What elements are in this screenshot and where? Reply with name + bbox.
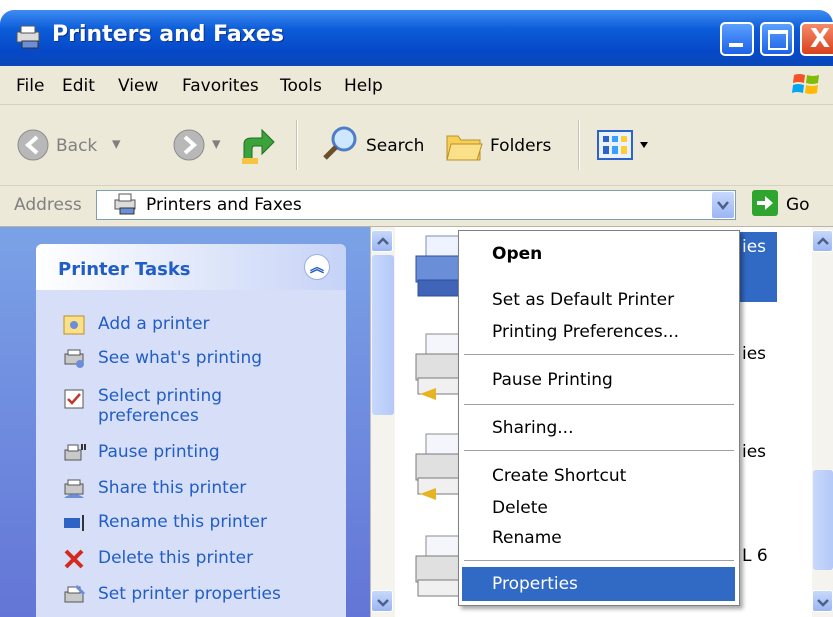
chevron-up-icon: ︽ [310, 260, 324, 276]
views-icon[interactable] [596, 128, 656, 162]
minimize-button[interactable] [720, 22, 754, 56]
search-icon[interactable] [320, 124, 360, 164]
forward-dropdown-icon[interactable]: ▾ [212, 134, 221, 154]
collapse-button[interactable]: ︽ [304, 254, 330, 280]
printer-label-fragment[interactable]: L 6 [742, 546, 768, 566]
menu-item-printing-preferences[interactable]: Printing Preferences... [492, 322, 679, 342]
printer-properties-icon [64, 584, 86, 603]
address-label: Address [14, 195, 82, 215]
up-folder-icon[interactable] [238, 124, 278, 166]
content-scroll-up-button[interactable] [812, 230, 833, 252]
printing-preferences-icon [64, 389, 84, 409]
printer-label-fragment[interactable]: ies [742, 344, 766, 364]
add-printer-icon [63, 315, 85, 335]
menu-help[interactable]: Help [344, 76, 383, 96]
task-delete-printer[interactable]: Delete this printer [98, 548, 253, 568]
back-arrow-icon[interactable] [16, 128, 50, 162]
task-select-preferences[interactable]: Select printing [98, 386, 222, 406]
menu-separator [464, 560, 734, 561]
printer-tasks-title: Printer Tasks [58, 259, 191, 280]
menu-item-sharing[interactable]: Sharing... [492, 418, 573, 438]
chevron-up-icon [817, 237, 829, 245]
go-button[interactable] [752, 190, 778, 216]
menu-tools[interactable]: Tools [280, 76, 322, 96]
printer-fax-icon [16, 25, 40, 49]
window-title: Printers and Faxes [52, 22, 284, 47]
toolbar-separator [296, 120, 298, 170]
printer-label-fragment[interactable]: ies [742, 442, 766, 462]
menu-item-properties[interactable]: Properties [492, 574, 578, 594]
menu-favorites[interactable]: Favorites [182, 76, 259, 96]
close-icon: X [810, 24, 831, 54]
menu-item-set-default[interactable]: Set as Default Printer [492, 290, 674, 310]
delete-x-icon [64, 549, 84, 569]
back-button-label[interactable]: Back [56, 136, 97, 156]
menu-item-open[interactable]: Open [492, 244, 542, 264]
task-rename-printer[interactable]: Rename this printer [98, 512, 267, 532]
scroll-up-button[interactable] [371, 230, 393, 252]
menu-item-create-shortcut[interactable]: Create Shortcut [492, 466, 626, 486]
printer-label-fragment[interactable]: ies [742, 237, 766, 257]
maximize-button[interactable] [760, 22, 794, 56]
chevron-down-icon [717, 201, 729, 210]
forward-arrow-icon[interactable] [172, 128, 206, 162]
task-select-preferences-line2[interactable]: preferences [98, 406, 199, 426]
address-dropdown-button[interactable] [712, 192, 734, 218]
menu-edit[interactable]: Edit [62, 76, 95, 96]
windows-logo-icon [792, 74, 819, 94]
task-add-printer[interactable]: Add a printer [98, 314, 210, 334]
task-see-printing[interactable]: See what's printing [98, 348, 262, 368]
menu-file[interactable]: File [16, 76, 44, 96]
back-dropdown-icon[interactable]: ▾ [112, 134, 121, 154]
content-scroll-thumb[interactable] [813, 470, 833, 570]
chevron-down-icon [817, 599, 829, 607]
menu-separator [464, 450, 734, 451]
search-button-label[interactable]: Search [366, 136, 424, 156]
go-arrow-icon [757, 196, 773, 210]
menu-separator [464, 404, 734, 405]
menu-separator [464, 354, 734, 355]
chevron-up-icon [377, 237, 389, 245]
folders-icon[interactable] [444, 126, 484, 164]
print-queue-icon [64, 349, 84, 368]
rename-icon [64, 515, 84, 531]
menu-item-rename[interactable]: Rename [492, 528, 562, 548]
menu-view[interactable]: View [118, 76, 158, 96]
address-value: Printers and Faxes [146, 195, 302, 215]
content-scroll-down-button[interactable] [812, 590, 833, 612]
chevron-down-icon [377, 599, 389, 607]
task-share-printer[interactable]: Share this printer [98, 478, 246, 498]
toolbar-separator [578, 120, 580, 170]
folders-button-label[interactable]: Folders [490, 136, 551, 156]
scroll-thumb[interactable] [372, 255, 394, 415]
go-button-label[interactable]: Go [786, 195, 810, 215]
share-printer-icon [64, 479, 84, 498]
task-set-properties[interactable]: Set printer properties [98, 584, 281, 604]
close-button[interactable]: X [800, 22, 833, 56]
scroll-down-button[interactable] [371, 590, 393, 612]
menu-item-pause-printing[interactable]: Pause Printing [492, 370, 613, 390]
printer-folder-icon [114, 193, 136, 215]
pause-printer-icon [64, 444, 86, 461]
task-pause-printing[interactable]: Pause printing [98, 442, 220, 462]
menu-item-delete[interactable]: Delete [492, 498, 548, 518]
